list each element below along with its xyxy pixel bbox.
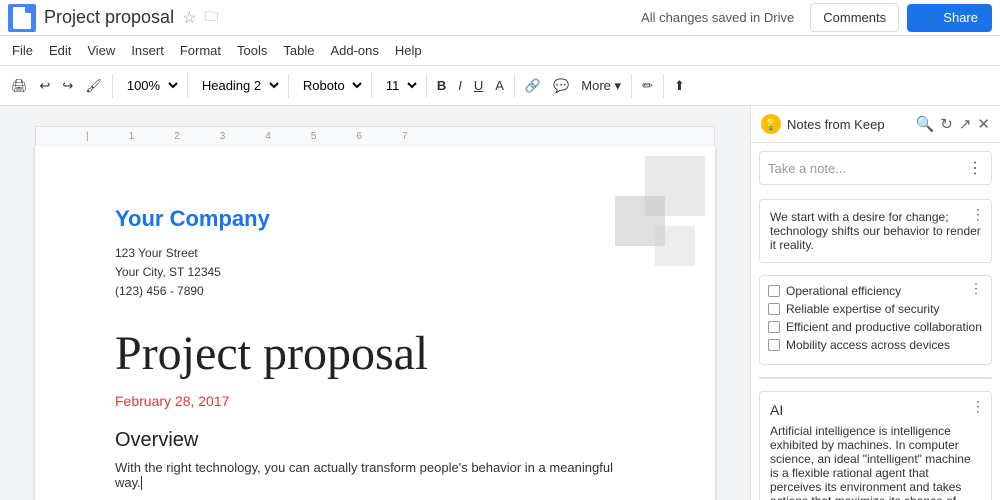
ruler: |1234567 bbox=[35, 126, 715, 146]
app-icon bbox=[8, 4, 36, 32]
share-button[interactable]: 👤 Share bbox=[907, 4, 992, 32]
doc-wrapper: |1234567 Your Company 123 Your Street Yo… bbox=[35, 126, 715, 480]
font-select[interactable]: Roboto bbox=[294, 73, 366, 98]
keep-note-1-body: We start with a desire for change; techn… bbox=[770, 210, 981, 252]
sep7 bbox=[631, 74, 632, 98]
comments-button[interactable]: Comments bbox=[810, 3, 899, 32]
check-item-1: Operational efficiency bbox=[768, 284, 969, 298]
document-title: Project proposal bbox=[44, 7, 174, 28]
keep-note-1[interactable]: ⋮ We start with a desire for change; tec… bbox=[759, 199, 992, 263]
sep8 bbox=[663, 74, 664, 98]
menu-table[interactable]: Table bbox=[275, 39, 322, 62]
text-cursor bbox=[141, 476, 142, 490]
sep4 bbox=[371, 74, 372, 98]
checkbox-4[interactable] bbox=[768, 339, 780, 351]
more-btn[interactable]: More ▾ bbox=[576, 74, 626, 98]
menu-insert[interactable]: Insert bbox=[123, 39, 172, 62]
check-item-2: Reliable expertise of security bbox=[768, 302, 983, 316]
sep1 bbox=[112, 74, 113, 98]
undo-btn[interactable]: ↩ bbox=[35, 74, 56, 98]
link-btn[interactable]: 🔗 bbox=[520, 74, 546, 98]
keep-icon: 💡 bbox=[761, 114, 781, 134]
keep-ai-title: AI bbox=[770, 402, 981, 418]
menu-view[interactable]: View bbox=[79, 39, 123, 62]
zoom-select[interactable]: 100% bbox=[118, 73, 182, 98]
italic-btn[interactable]: I bbox=[453, 74, 467, 97]
address-line3: (123) 456 - 7890 bbox=[115, 282, 635, 301]
keep-close-icon[interactable]: ✕ bbox=[977, 115, 990, 133]
keep-search-placeholder: Take a note... bbox=[768, 161, 846, 176]
bold-btn[interactable]: B bbox=[432, 74, 451, 97]
font-color-btn[interactable]: A bbox=[490, 74, 509, 97]
keep-checklist[interactable]: ⋮ Operational efficiency Reliable expert… bbox=[759, 275, 992, 365]
checkbox-1[interactable] bbox=[768, 285, 780, 297]
keep-title: Notes from Keep bbox=[787, 117, 916, 132]
page-decoration bbox=[595, 146, 715, 266]
keep-panel: 💡 Notes from Keep 🔍 ↻ ↗ ✕ Take a note...… bbox=[750, 106, 1000, 500]
menu-bar: File Edit View Insert Format Tools Table… bbox=[0, 36, 1000, 66]
paint-format-btn[interactable]: 🖌 bbox=[80, 74, 107, 98]
overview-heading: Overview bbox=[115, 429, 635, 452]
doc-area: |1234567 Your Company 123 Your Street Yo… bbox=[0, 106, 750, 500]
save-status: All changes saved in Drive bbox=[641, 10, 794, 25]
address-line1: 123 Your Street bbox=[115, 244, 635, 263]
star-icon[interactable]: ☆ bbox=[182, 8, 196, 28]
toolbar: 🖨 ↩ ↪ 🖌 100% Heading 2 Roboto 11 B I U A… bbox=[0, 66, 1000, 106]
menu-format[interactable]: Format bbox=[172, 39, 229, 62]
menu-help[interactable]: Help bbox=[387, 39, 430, 62]
sep6 bbox=[514, 74, 515, 98]
doc-date: February 28, 2017 bbox=[115, 393, 635, 409]
keep-image-canvas bbox=[760, 378, 991, 379]
folder-icon[interactable]: 🗀 bbox=[204, 6, 218, 30]
keep-ai-note[interactable]: ⋮ AI Artificial intelligence is intellig… bbox=[759, 391, 992, 500]
keep-search-box[interactable]: Take a note... ⋮ bbox=[759, 151, 992, 185]
overview-body: With the right technology, you can actua… bbox=[115, 460, 635, 490]
font-size-select[interactable]: 11 bbox=[377, 73, 421, 98]
keep-image-note[interactable]: ⋮ bbox=[759, 377, 992, 379]
sep5 bbox=[426, 74, 427, 98]
doc-title: Project proposal bbox=[115, 326, 635, 381]
address-line2: Your City, ST 12345 bbox=[115, 263, 635, 282]
doc-page: Your Company 123 Your Street Your City, … bbox=[35, 146, 715, 500]
share-icon: 👤 bbox=[921, 10, 937, 26]
collapse-btn[interactable]: ⬆ bbox=[669, 74, 690, 98]
sep3 bbox=[288, 74, 289, 98]
comment-inline-btn[interactable]: 💬 bbox=[548, 74, 574, 98]
address-block: 123 Your Street Your City, ST 12345 (123… bbox=[115, 244, 635, 302]
keep-header-icons: 🔍 ↻ ↗ ✕ bbox=[916, 115, 990, 133]
keep-note-menu-1[interactable]: ⋮ bbox=[971, 206, 985, 223]
heading-select[interactable]: Heading 2 bbox=[193, 73, 283, 98]
menu-addons[interactable]: Add-ons bbox=[322, 39, 386, 62]
underline-btn[interactable]: U bbox=[469, 74, 488, 97]
pencil-btn[interactable]: ✏ bbox=[637, 74, 658, 98]
menu-file[interactable]: File bbox=[4, 39, 41, 62]
title-bar: Project proposal ☆ 🗀 All changes saved i… bbox=[0, 0, 1000, 36]
check-item-4: Mobility access across devices bbox=[768, 338, 983, 352]
keep-header: 💡 Notes from Keep 🔍 ↻ ↗ ✕ bbox=[751, 106, 1000, 143]
keep-search-icon[interactable]: 🔍 bbox=[916, 115, 935, 133]
keep-ai-body: Artificial intelligence is intelligence … bbox=[770, 424, 981, 500]
checkbox-2[interactable] bbox=[768, 303, 780, 315]
keep-options-icon[interactable]: ⋮ bbox=[967, 158, 983, 178]
keep-refresh-icon[interactable]: ↻ bbox=[940, 115, 953, 133]
print-btn[interactable]: 🖨 bbox=[6, 74, 33, 98]
checkbox-3[interactable] bbox=[768, 321, 780, 333]
keep-checklist-menu[interactable]: ⋮ bbox=[969, 280, 983, 297]
redo-btn[interactable]: ↪ bbox=[57, 74, 78, 98]
menu-edit[interactable]: Edit bbox=[41, 39, 79, 62]
company-name: Your Company bbox=[115, 206, 635, 232]
keep-external-icon[interactable]: ↗ bbox=[959, 115, 972, 133]
main-layout: |1234567 Your Company 123 Your Street Yo… bbox=[0, 106, 1000, 500]
sep2 bbox=[187, 74, 188, 98]
keep-ai-menu[interactable]: ⋮ bbox=[971, 398, 985, 415]
menu-tools[interactable]: Tools bbox=[229, 39, 275, 62]
check-item-3: Efficient and productive collaboration bbox=[768, 320, 983, 334]
